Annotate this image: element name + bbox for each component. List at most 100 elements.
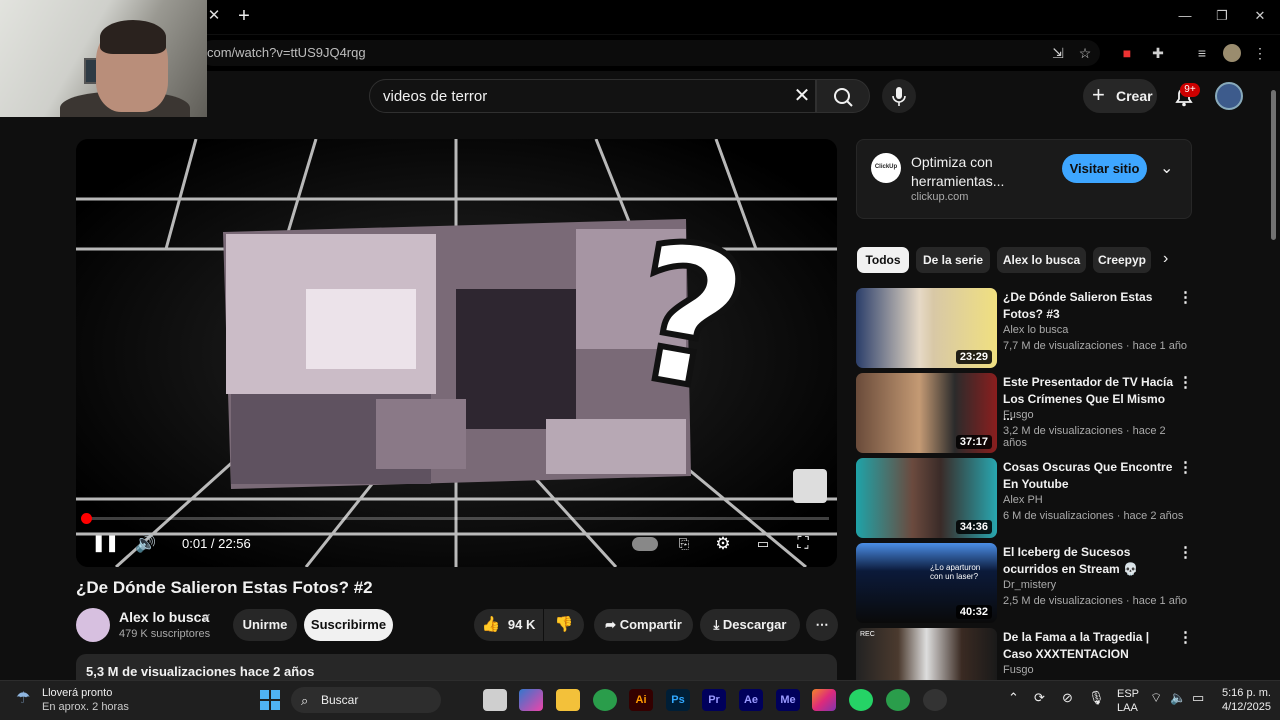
illustrator-icon[interactable]: Ai (629, 689, 653, 711)
chrome-active-icon[interactable] (886, 689, 910, 711)
more-actions-button[interactable]: ⋯ (806, 609, 838, 641)
minimize-button[interactable]: — (1172, 5, 1198, 27)
more-options-icon[interactable]: ⋮ (1178, 290, 1193, 306)
photoshop-icon[interactable]: Ps (666, 689, 690, 711)
video-thumbnail[interactable]: ¿Lo aparturon con un laser? 40:32 (856, 543, 997, 623)
share-button[interactable]: ➦ Compartir (594, 609, 693, 641)
chevron-down-icon[interactable]: ⌄ (1160, 158, 1173, 178)
more-options-icon[interactable]: ⋮ (1178, 375, 1193, 391)
clear-search-icon[interactable]: ✕ (790, 84, 814, 108)
volume-icon[interactable]: 🔊 (135, 532, 159, 556)
language-bottom[interactable]: LAA (1117, 702, 1138, 714)
ad-title[interactable]: Optimiza con herramientas... (911, 153, 1051, 191)
create-button[interactable]: + Crear (1083, 79, 1157, 113)
related-title[interactable]: ¿De Dónde Salieron Estas Fotos? #3 (1003, 289, 1175, 323)
visit-site-button[interactable]: Visitar sitio (1062, 154, 1147, 183)
extensions-puzzle-icon[interactable]: ✚ (1148, 43, 1168, 63)
chip-todos[interactable]: Todos (857, 247, 909, 273)
weather-rain-icon[interactable]: ☂ (16, 688, 30, 708)
windows-start-icon[interactable] (259, 689, 281, 711)
chip-alex-lo-busca[interactable]: Alex lo busca (997, 247, 1086, 273)
autoplay-toggle[interactable] (632, 537, 658, 551)
related-title[interactable]: El Iceberg de Sucesos ocurridos en Strea… (1003, 544, 1175, 578)
search-input[interactable]: videos de terror (383, 88, 487, 105)
obs-icon[interactable] (923, 689, 947, 711)
copilot-icon[interactable] (519, 689, 543, 711)
related-channel[interactable]: Alex PH (1003, 494, 1043, 506)
close-window-button[interactable]: ✕ (1247, 5, 1273, 27)
more-options-icon[interactable]: ⋮ (1178, 460, 1193, 476)
channel-name[interactable]: Alex lo busca (119, 609, 209, 625)
new-tab-button[interactable]: + (234, 5, 254, 27)
download-button[interactable]: ⤓ Descargar (700, 609, 800, 641)
progress-bar[interactable] (84, 517, 829, 520)
like-button[interactable]: 👍 94 K (474, 609, 543, 641)
related-video[interactable]: 23:29 ¿De Dónde Salieron Estas Fotos? #3… (856, 288, 1193, 368)
sync-icon[interactable]: ⟳ (1034, 690, 1045, 706)
progress-scrubber[interactable] (81, 513, 92, 524)
theater-mode-icon[interactable]: ▭ (752, 532, 774, 556)
install-app-icon[interactable]: ⇲ (1048, 43, 1068, 63)
join-button[interactable]: Unirme (233, 609, 297, 641)
close-tab-icon[interactable]: ✕ (205, 6, 223, 26)
hidden-tray-icon[interactable]: ⊘ (1062, 690, 1073, 706)
chip-de-la-serie[interactable]: De la serie (916, 247, 990, 273)
media-controls-icon[interactable]: ≡ (1192, 43, 1212, 63)
voice-search-button[interactable] (882, 79, 916, 113)
wifi-icon[interactable]: ⌔ (1150, 690, 1162, 706)
related-channel[interactable]: Dr_mistery (1003, 579, 1056, 591)
fullscreen-icon[interactable]: ⛶ (792, 532, 814, 556)
language-top[interactable]: ESP (1117, 688, 1139, 700)
related-channel[interactable]: Fusgo (1003, 664, 1034, 676)
dislike-button[interactable]: 👎 (544, 609, 584, 641)
profile-avatar[interactable] (1223, 44, 1241, 62)
premiere-icon[interactable]: Pr (702, 689, 726, 711)
related-title[interactable]: Cosas Oscuras Que Encontre En Youtube (1003, 459, 1175, 493)
account-avatar[interactable] (1215, 82, 1243, 110)
related-channel[interactable]: Fusgo (1003, 409, 1034, 421)
related-video[interactable]: ¿Lo aparturon con un laser? 40:32 El Ice… (856, 543, 1193, 623)
clock-date[interactable]: 4/12/2025 (1222, 701, 1271, 713)
related-channel[interactable]: Alex lo busca (1003, 324, 1068, 336)
taskbar-search[interactable] (291, 687, 441, 713)
channel-avatar[interactable] (76, 608, 110, 642)
video-thumbnail[interactable]: 34:36 (856, 458, 997, 538)
instagram-icon[interactable] (812, 689, 836, 711)
settings-gear-icon[interactable]: ⚙ (712, 532, 734, 556)
pause-button[interactable]: ❚❚ (92, 532, 119, 556)
video-thumbnail[interactable]: REC (856, 628, 997, 680)
weather-title[interactable]: Lloverá pronto (42, 687, 112, 699)
subscribe-button[interactable]: Suscribirme (304, 609, 393, 641)
video-thumbnail[interactable]: 37:17 (856, 373, 997, 453)
after-effects-icon[interactable]: Ae (739, 689, 763, 711)
related-video[interactable]: 34:36 Cosas Oscuras Que Encontre En Yout… (856, 458, 1193, 538)
related-title[interactable]: De la Fama a la Tragedia | Caso XXXTENTA… (1003, 629, 1175, 663)
battery-icon[interactable]: ▭ (1192, 690, 1204, 706)
browser-menu-icon[interactable]: ⋮ (1250, 43, 1270, 63)
chrome-icon[interactable] (593, 689, 617, 711)
search-button[interactable] (816, 79, 870, 113)
video-thumbnail[interactable]: 23:29 (856, 288, 997, 368)
taskbar-search-placeholder[interactable]: Buscar (321, 693, 358, 707)
chip-creepypasta[interactable]: Creepyp (1093, 247, 1151, 273)
task-view-icon[interactable] (483, 689, 507, 711)
page-scrollbar[interactable] (1269, 90, 1278, 680)
more-options-icon[interactable]: ⋮ (1178, 630, 1192, 646)
related-video[interactable]: 37:17 Este Presentador de TV Hacía Los C… (856, 373, 1193, 453)
related-video[interactable]: REC De la Fama a la Tragedia | Caso XXXT… (856, 628, 1192, 680)
file-explorer-icon[interactable] (556, 689, 580, 711)
bookmark-star-icon[interactable]: ☆ (1075, 43, 1095, 63)
clock-time[interactable]: 5:16 p. m. (1222, 687, 1271, 699)
extension-red-icon[interactable]: ■ (1117, 43, 1137, 63)
more-options-icon[interactable]: ⋮ (1178, 545, 1193, 561)
subtitles-icon[interactable]: ⎘ (673, 532, 695, 556)
whatsapp-icon[interactable] (849, 689, 873, 711)
address-url[interactable]: com/watch?v=ttUS9JQ4rqg (207, 45, 366, 60)
speaker-icon[interactable]: 🔈 (1170, 690, 1186, 706)
video-player[interactable]: ? (76, 139, 837, 567)
chevron-right-icon[interactable]: › (1163, 250, 1168, 268)
restore-button[interactable]: ❐ (1209, 5, 1235, 27)
media-encoder-icon[interactable]: Me (776, 689, 800, 711)
mic-tray-icon[interactable]: 🎙 (1088, 690, 1105, 706)
tray-chevron-icon[interactable]: ⌃ (1008, 690, 1019, 706)
